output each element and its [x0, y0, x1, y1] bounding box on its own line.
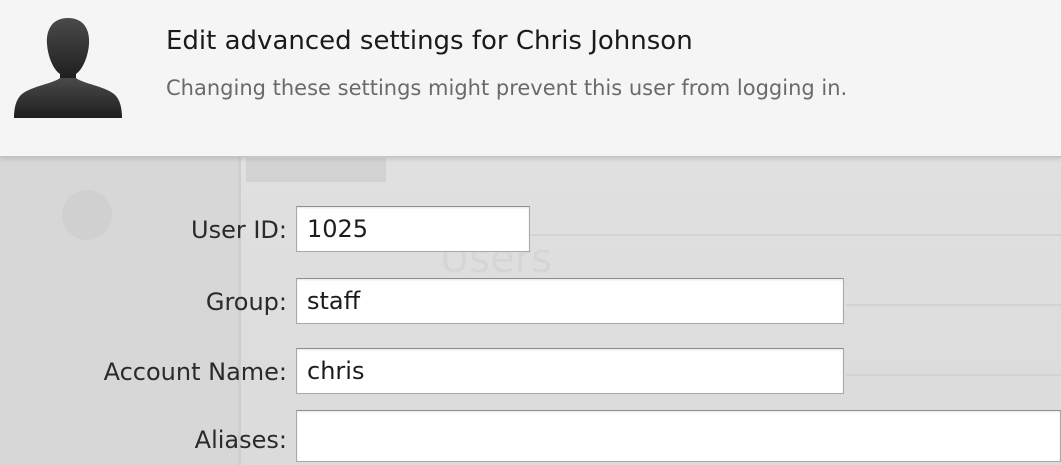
aliases-field[interactable]: [296, 410, 1061, 462]
sheet-subtitle: Changing these settings might prevent th…: [166, 76, 848, 100]
user-id-label: User ID:: [191, 216, 287, 244]
advanced-settings-form: User ID: Group: Account Name: Aliases:: [0, 156, 1061, 465]
group-label: Group:: [205, 288, 287, 316]
user-silhouette-icon: [8, 14, 128, 118]
sheet-title: Edit advanced settings for Chris Johnson: [166, 26, 693, 56]
sheet-header: Edit advanced settings for Chris Johnson…: [0, 0, 1061, 157]
group-field[interactable]: [296, 278, 844, 324]
aliases-label: Aliases:: [194, 426, 287, 454]
account-name-label: Account Name:: [103, 358, 287, 386]
account-name-field[interactable]: [296, 348, 844, 394]
user-id-field[interactable]: [296, 206, 530, 252]
